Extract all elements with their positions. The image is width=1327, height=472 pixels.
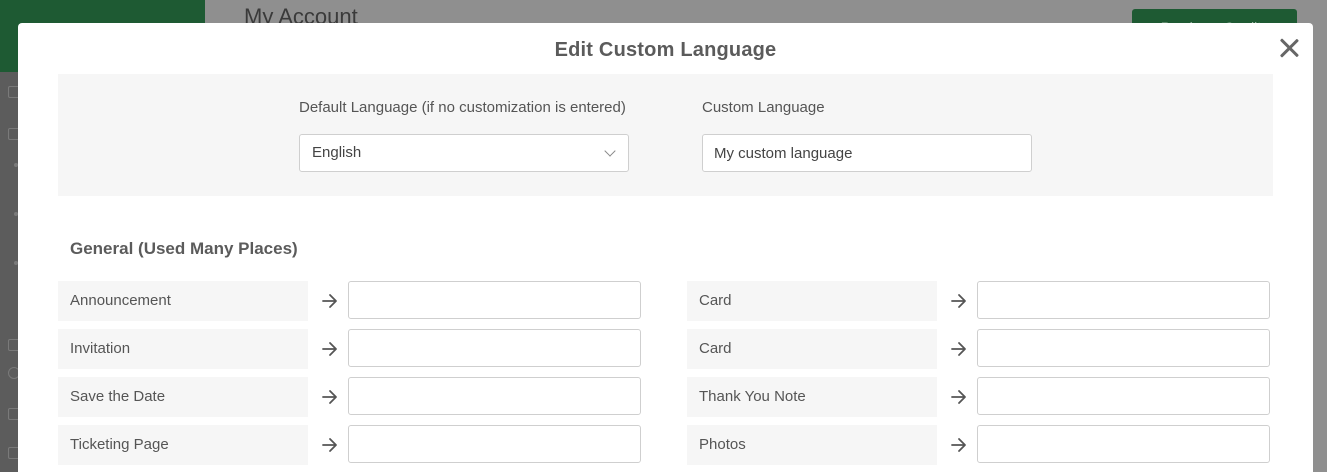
custom-language-input[interactable] xyxy=(702,134,1032,172)
row-label: Photos xyxy=(687,425,937,465)
default-language-select[interactable]: English xyxy=(299,134,629,172)
row-label: Announcement xyxy=(58,281,308,321)
section-title: General (Used Many Places) xyxy=(70,239,298,258)
translation-row: Save the Date xyxy=(58,377,641,417)
arrow-right-icon xyxy=(322,342,337,356)
translation-input[interactable] xyxy=(977,329,1270,367)
translation-row: Card xyxy=(687,281,1270,321)
translation-input[interactable] xyxy=(977,377,1270,415)
translation-row: Photos xyxy=(687,425,1270,465)
arrow-right-icon xyxy=(951,342,966,356)
translation-input[interactable] xyxy=(977,425,1270,463)
row-label: Save the Date xyxy=(58,377,308,417)
translation-input[interactable] xyxy=(348,281,641,319)
arrow-right-icon xyxy=(322,294,337,308)
arrow-right-icon xyxy=(951,438,966,452)
translation-row: Thank You Note xyxy=(687,377,1270,417)
chevron-down-icon xyxy=(604,145,616,157)
row-label: Thank You Note xyxy=(687,377,937,417)
arrow-right-icon xyxy=(322,390,337,404)
modal-title: Edit Custom Language xyxy=(554,39,777,61)
arrow-right-icon xyxy=(951,294,966,308)
translation-row: Announcement xyxy=(58,281,641,321)
translation-input[interactable] xyxy=(348,425,641,463)
translation-row: Card xyxy=(687,329,1270,369)
language-settings-panel: Default Language (if no customization is… xyxy=(58,74,1273,196)
row-label: Ticketing Page xyxy=(58,425,308,465)
row-label: Invitation xyxy=(58,329,308,369)
translation-input[interactable] xyxy=(977,281,1270,319)
default-language-label: Default Language (if no customization is… xyxy=(299,99,626,116)
translation-input[interactable] xyxy=(348,329,641,367)
row-label: Card xyxy=(687,281,937,321)
edit-custom-language-modal: Edit Custom Language Default Language (i… xyxy=(18,23,1313,472)
arrow-right-icon xyxy=(322,438,337,452)
arrow-right-icon xyxy=(951,390,966,404)
translation-row: Invitation xyxy=(58,329,641,369)
translation-input[interactable] xyxy=(348,377,641,415)
custom-language-label: Custom Language xyxy=(702,99,825,116)
close-icon[interactable] xyxy=(1276,35,1302,61)
row-label: Card xyxy=(687,329,937,369)
translation-row: Ticketing Page xyxy=(58,425,641,465)
default-language-value: English xyxy=(312,144,362,161)
